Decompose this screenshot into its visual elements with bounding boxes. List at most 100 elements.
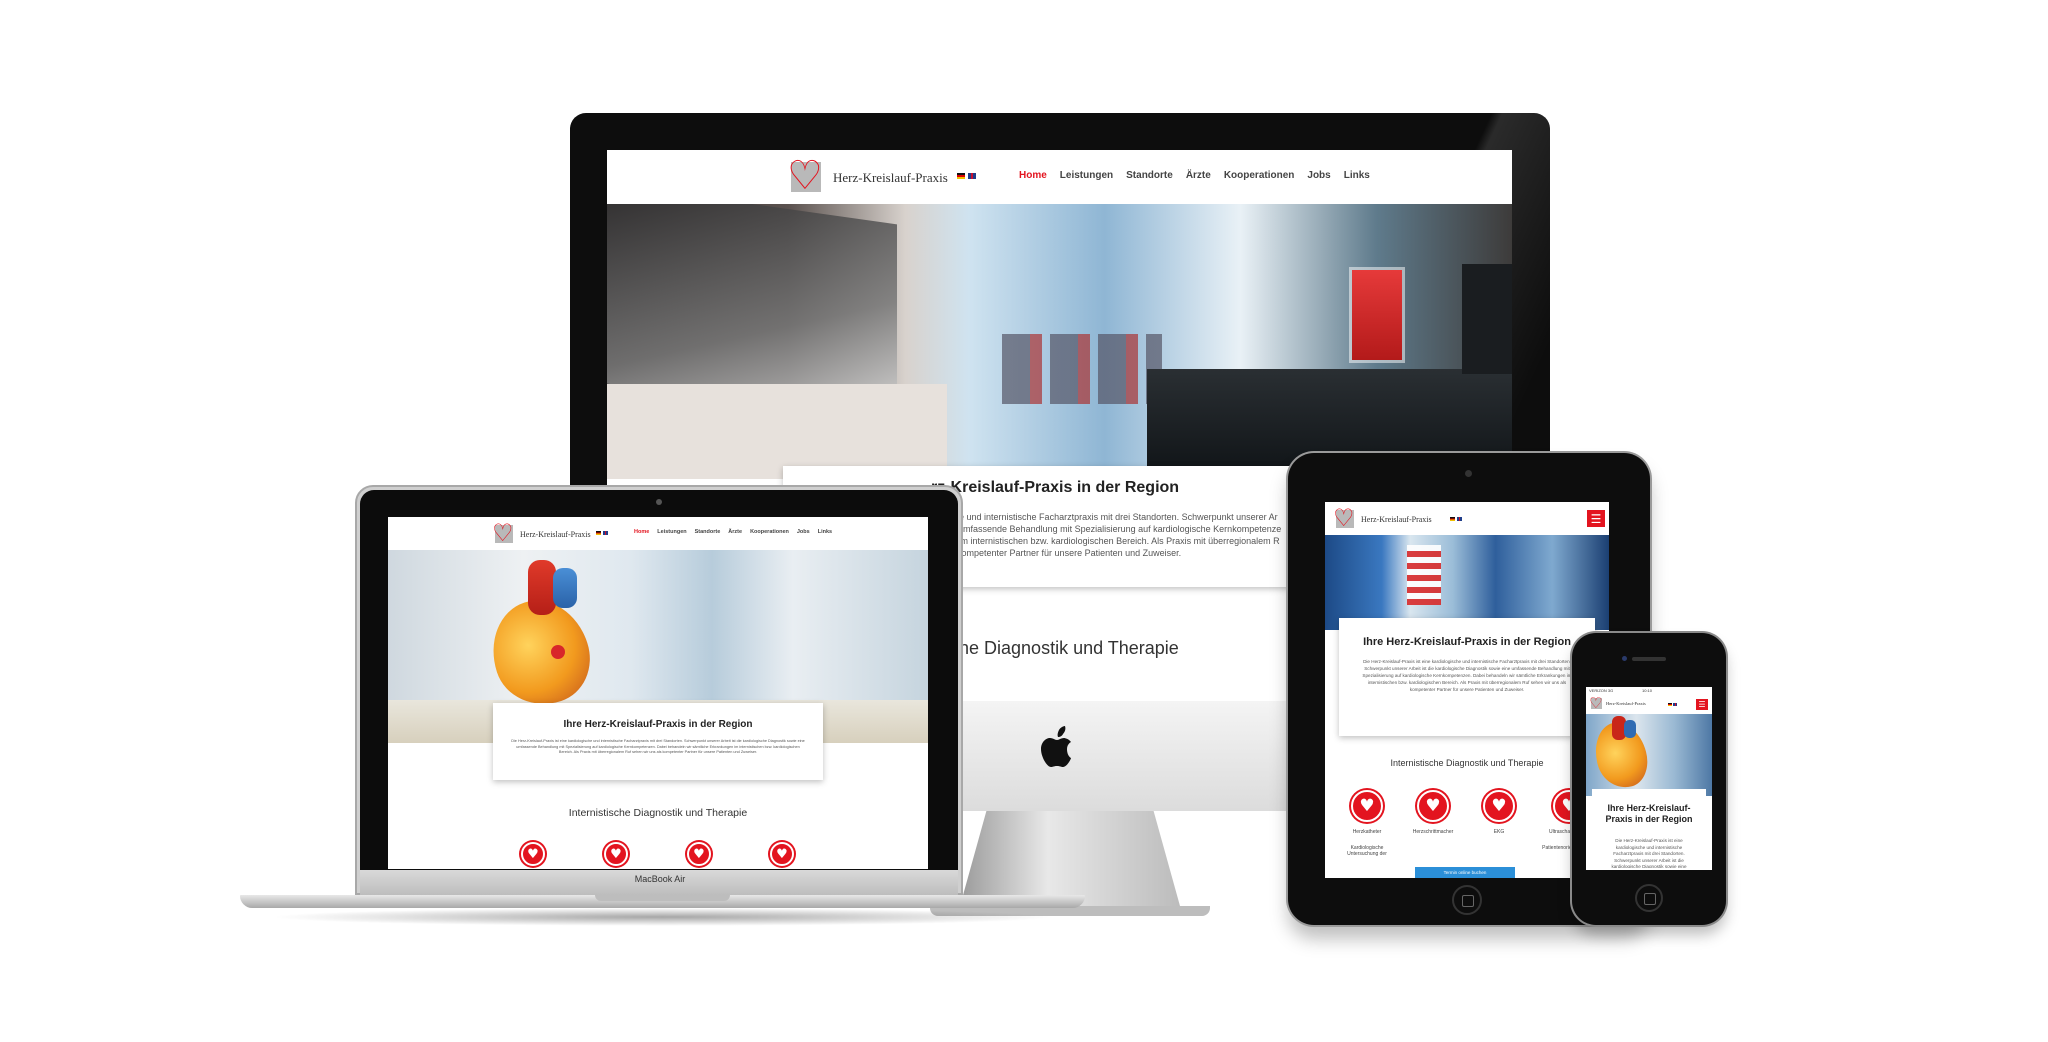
menu-standorte[interactable]: Standorte <box>1126 170 1173 181</box>
iphone-home-button[interactable] <box>1635 884 1663 912</box>
menu-home[interactable]: Home <box>634 529 649 535</box>
service-label: Herzkatheter <box>1352 829 1382 835</box>
menu-aerzte[interactable]: Ärzte <box>1186 170 1211 181</box>
flag-en-icon[interactable] <box>968 173 976 179</box>
language-flags[interactable] <box>596 531 608 535</box>
macbook-shadow <box>270 908 1055 926</box>
service-ultraschall[interactable]: ♥ <box>767 842 797 866</box>
service-label: Herzschrittmacher <box>1412 829 1454 835</box>
menu-links[interactable]: Links <box>1344 170 1370 181</box>
ipad-camera <box>1465 470 1472 477</box>
intro-text: Die Herz-Kreislauf-Praxis ist eine kardi… <box>511 739 805 754</box>
service-ekg[interactable]: ♥ EKG <box>1471 790 1527 835</box>
tablet-nav: ♡ Herz-Kreislauf-Praxis ☰ <box>1325 502 1609 535</box>
intro-text: Die Herz-Kreislauf-Praxis ist eine kardi… <box>1611 838 1687 868</box>
desktop-menu: Home Leistungen Standorte Ärzte Kooperat… <box>1019 170 1370 181</box>
carrier-text: VERIZON 3G <box>1589 688 1614 693</box>
phone-logo[interactable]: ♡ Herz-Kreislauf-Praxis <box>1589 696 1646 711</box>
heart-logo-icon: ♡ <box>492 519 514 547</box>
section-title: Internistische Diagnostik und Therapie <box>568 807 748 819</box>
phone-hero-image <box>1586 714 1712 796</box>
tablet-logo[interactable]: ♡ Herz-Kreislauf-Praxis <box>1333 504 1432 532</box>
laptop-menu: Home Leistungen Standorte Ärzte Kooperat… <box>634 529 832 535</box>
phone-intro-card: Ihre Herz-Kreislauf-Praxis in der Region… <box>1592 789 1706 870</box>
menu-aerzte[interactable]: Ärzte <box>728 529 742 535</box>
menu-links[interactable]: Links <box>818 529 832 535</box>
language-flags[interactable] <box>957 173 976 179</box>
herzkatheter-icon: ♥ <box>521 842 545 866</box>
language-flags[interactable] <box>1668 703 1677 706</box>
logo-text: Herz-Kreislauf-Praxis <box>833 170 948 185</box>
laptop-nav: ♡ Herz-Kreislauf-Praxis Home Leistungen … <box>388 517 928 550</box>
flag-de-icon[interactable] <box>1450 517 1455 521</box>
intro-title: Ihre Herz-Kreislauf-Praxis in der Region <box>1363 636 1571 648</box>
intro-title: Ihre Herz-Kreislauf-Praxis in der Region <box>563 719 753 730</box>
flag-en-icon[interactable] <box>603 531 608 535</box>
herzschrittmacher-icon: ♥ <box>1417 790 1449 822</box>
service-herzkatheter[interactable]: ♥ Herzkatheter Kardiologische Untersuchu… <box>1339 790 1395 857</box>
flag-en-icon[interactable] <box>1457 517 1462 521</box>
tablet-hero-image <box>1325 535 1609 630</box>
section-title: Internistische Diagnostik und Therapie <box>1390 758 1544 768</box>
service-herzschrittmacher[interactable]: ♥ <box>601 842 631 866</box>
service-herzschrittmacher[interactable]: ♥ Herzschrittmacher <box>1405 790 1461 835</box>
heart-model <box>479 560 603 718</box>
iphone-camera <box>1622 656 1627 661</box>
intro-text-clip: Die Herz-Kreislauf-Praxis ist eine kardi… <box>1602 838 1696 868</box>
flag-de-icon[interactable] <box>596 531 601 535</box>
menu-leistungen[interactable]: Leistungen <box>1060 170 1113 181</box>
desktop-logo[interactable]: ♡ Herz-Kreislauf-Praxis <box>787 153 948 199</box>
ekg-icon: ♥ <box>687 842 711 866</box>
menu-leistungen[interactable]: Leistungen <box>657 529 686 535</box>
macbook-label: MacBook Air <box>634 874 686 884</box>
herzschrittmacher-icon: ♥ <box>604 842 628 866</box>
menu-home[interactable]: Home <box>1019 170 1047 181</box>
heart-logo-icon: ♡ <box>787 153 823 199</box>
desktop-nav: ♡ Herz-Kreislauf-Praxis Home Leistungen … <box>607 150 1512 204</box>
heart-logo-icon: ♡ <box>1589 694 1603 712</box>
laptop-intro-card: Ihre Herz-Kreislauf-Praxis in der Region… <box>493 703 823 780</box>
iphone: VERIZON 3G 10:10 ♡ Herz-Kreislauf-Praxis… <box>1572 633 1726 925</box>
menu-jobs[interactable]: Jobs <box>1307 170 1330 181</box>
service-subtext: Kardiologische Untersuchung der <box>1347 845 1387 857</box>
macbook-notch <box>595 895 730 901</box>
laptop-site: ♡ Herz-Kreislauf-Praxis Home Leistungen … <box>388 517 928 869</box>
intro-title: Ihre Herz-Kreislauf-Praxis in der Region <box>1605 803 1693 824</box>
herzkatheter-icon: ♥ <box>1351 790 1383 822</box>
webcam-icon <box>656 499 662 505</box>
service-herzkatheter[interactable]: ♥ <box>518 842 548 866</box>
hero-brochure-rack <box>1407 545 1441 605</box>
cookie-bar[interactable]: Termin online buchen <box>1415 867 1515 878</box>
menu-kooperationen[interactable]: Kooperationen <box>750 529 789 535</box>
heart-logo-icon: ♡ <box>1333 504 1355 532</box>
ipad-home-button[interactable] <box>1452 885 1482 915</box>
logo-text: Herz-Kreislauf-Praxis <box>1361 514 1432 524</box>
hero-chairs <box>1002 334 1162 404</box>
hamburger-menu-icon[interactable]: ☰ <box>1696 699 1708 710</box>
iphone-speaker <box>1632 657 1666 661</box>
laptop-logo[interactable]: ♡ Herz-Kreislauf-Praxis <box>492 519 591 547</box>
phone-nav: ♡ Herz-Kreislauf-Praxis ☰ <box>1586 694 1712 714</box>
menu-jobs[interactable]: Jobs <box>797 529 810 535</box>
menu-standorte[interactable]: Standorte <box>695 529 721 535</box>
hero-wall <box>607 384 947 479</box>
flag-de-icon[interactable] <box>957 173 965 179</box>
phone-status-bar: VERIZON 3G 10:10 <box>1586 687 1712 694</box>
ultraschall-icon: ♥ <box>770 842 794 866</box>
status-time: 10:10 <box>1642 688 1653 693</box>
hero-monitor <box>1462 264 1512 374</box>
phone-site: VERIZON 3G 10:10 ♡ Herz-Kreislauf-Praxis… <box>1586 687 1712 870</box>
menu-kooperationen[interactable]: Kooperationen <box>1224 170 1295 181</box>
service-ekg[interactable]: ♥ <box>684 842 714 866</box>
hero-brochure-stand <box>1352 270 1402 360</box>
intro-text: Die Herz-Kreislauf-Praxis ist eine kardi… <box>1362 659 1572 692</box>
flag-de-icon[interactable] <box>1668 703 1672 706</box>
ekg-icon: ♥ <box>1483 790 1515 822</box>
hamburger-menu-icon[interactable]: ☰ <box>1587 510 1605 527</box>
flag-en-icon[interactable] <box>1673 703 1677 706</box>
tablet-site: ♡ Herz-Kreislauf-Praxis ☰ Ihre Herz-Krei… <box>1325 502 1609 878</box>
desktop-hero-image <box>607 204 1512 479</box>
language-flags[interactable] <box>1450 517 1462 521</box>
tablet-intro-card: Ihre Herz-Kreislauf-Praxis in der Region… <box>1339 618 1595 736</box>
logo-text: Herz-Kreislauf-Praxis <box>520 529 591 539</box>
